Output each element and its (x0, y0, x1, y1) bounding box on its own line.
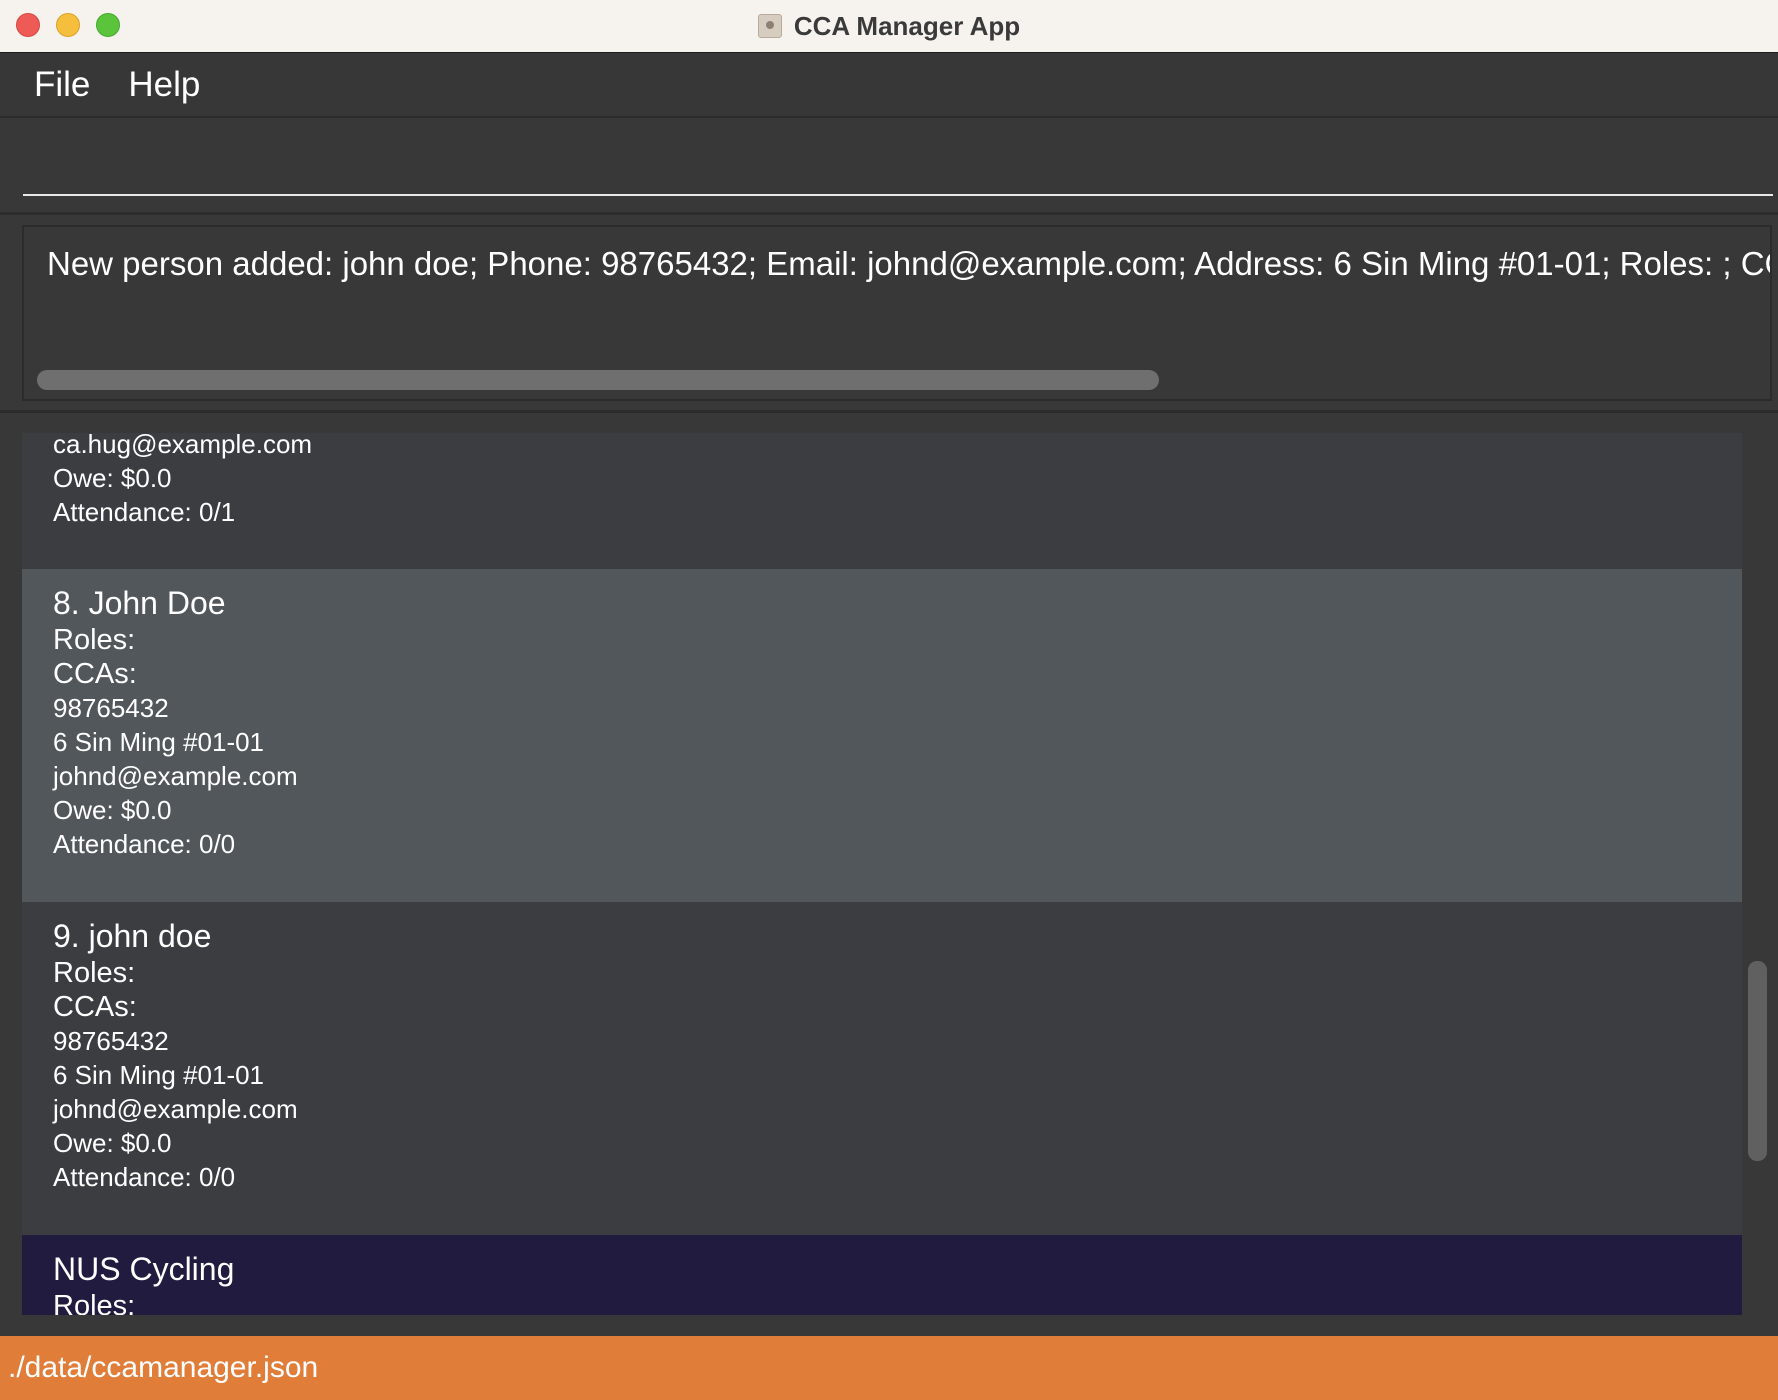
menu-bar: File Help (0, 53, 1778, 118)
cca-name: NUS Cycling (53, 1251, 235, 1287)
person-email: ca.hug@example.com (53, 433, 313, 459)
result-horizontal-scrollbar[interactable] (37, 370, 1159, 390)
menu-help[interactable]: Help (128, 65, 204, 105)
person-address: 6 Sin Ming #01-01 (53, 1060, 265, 1090)
person-roles: Roles: (53, 957, 136, 989)
status-bar: ./data/ccamanager.json (0, 1336, 1778, 1400)
person-phone: 98765432 (53, 693, 169, 723)
person-ccas: CCAs: (53, 658, 137, 690)
person-email: johnd@example.com (53, 1094, 298, 1124)
person-ccas: CCAs: (53, 991, 137, 1023)
person-attendance: Attendance: 0/0 (53, 829, 236, 859)
person-roles: Roles: (53, 624, 136, 656)
command-box (0, 118, 1778, 215)
cca-card[interactable]: NUS Cycling Roles: (22, 1235, 1742, 1315)
title-bar: CCA Manager App (0, 0, 1778, 53)
app-icon (757, 14, 782, 38)
result-display[interactable]: New person added: john doe; Phone: 98765… (22, 225, 1772, 401)
person-list-panel: ca.hug@example.com Owe: $0.0 Attendance:… (0, 413, 1778, 1316)
person-card[interactable]: 9. john doe Roles: CCAs: 98765432 6 Sin … (22, 902, 1742, 1235)
person-attendance: Attendance: 0/1 (53, 497, 236, 527)
result-message: New person added: john doe; Phone: 98765… (47, 245, 1772, 282)
list-vertical-scrollbar[interactable] (1748, 961, 1767, 1161)
person-attendance: Attendance: 0/0 (53, 1162, 236, 1192)
person-address: 6 Sin Ming #01-01 (53, 727, 265, 757)
command-input[interactable] (23, 128, 1773, 196)
app-window: CCA Manager App File Help New person add… (0, 0, 1778, 1400)
person-name-header: 9. john doe (53, 918, 212, 954)
menu-file[interactable]: File (34, 65, 94, 105)
window-title: CCA Manager App (793, 10, 1021, 41)
person-card[interactable]: ca.hug@example.com Owe: $0.0 Attendance:… (22, 433, 1742, 569)
result-display-area: New person added: john doe; Phone: 98765… (0, 215, 1778, 413)
person-owe: Owe: $0.0 (53, 795, 172, 825)
person-owe: Owe: $0.0 (53, 463, 172, 493)
cca-roles: Roles: (53, 1290, 136, 1315)
person-email: johnd@example.com (53, 761, 298, 791)
person-list[interactable]: ca.hug@example.com Owe: $0.0 Attendance:… (22, 433, 1742, 1315)
title-wrap: CCA Manager App (0, 0, 1778, 52)
person-owe: Owe: $0.0 (53, 1128, 172, 1158)
data-file-path: ./data/ccamanager.json (8, 1351, 319, 1384)
person-phone: 98765432 (53, 1026, 169, 1056)
person-card-selected[interactable]: 8. John Doe Roles: CCAs: 98765432 6 Sin … (22, 569, 1742, 902)
person-name-header: 8. John Doe (53, 585, 226, 621)
